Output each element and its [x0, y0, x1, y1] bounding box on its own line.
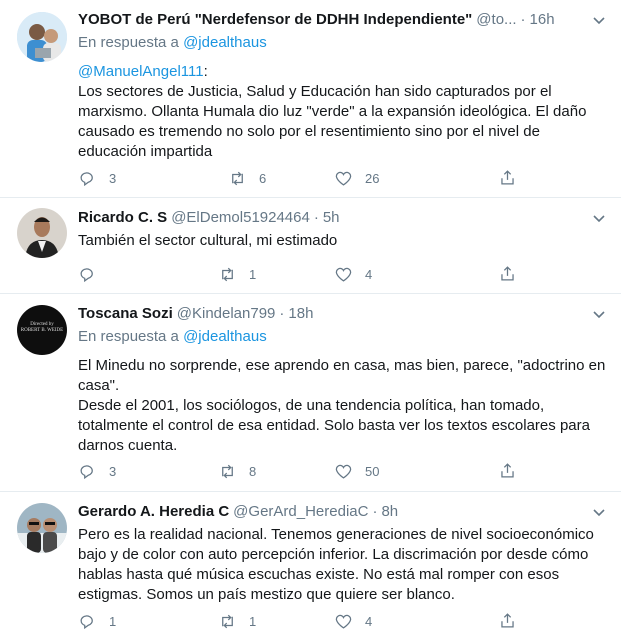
retweet-button[interactable]: 6 — [228, 169, 321, 188]
tweet-header: Gerardo A. Heredia C @GerArd_HerediaC · … — [78, 502, 607, 522]
reply-icon — [80, 614, 93, 629]
mention-link[interactable]: @ManuelAngel111 — [78, 63, 204, 80]
share-icon[interactable] — [498, 611, 517, 630]
reply-button[interactable]: 3 — [78, 462, 171, 481]
reply-context: En respuesta a @jdealthaus — [78, 327, 607, 347]
tweet-text: También el sector cultural, mi estimado — [78, 232, 338, 249]
avatar-photo — [17, 503, 67, 553]
tweet-header: Toscana Sozi @Kindelan799 · 18h — [78, 304, 607, 324]
tweet-text: Pero es la realidad nacional. Tenemos ge… — [78, 526, 599, 603]
tweet-text: @ManuelAngel111: Los sectores de Justici… — [78, 62, 607, 162]
separator-dot: · — [520, 11, 526, 28]
display-name[interactable]: Gerardo A. Heredia C — [78, 502, 229, 522]
reply-count: 3 — [109, 463, 117, 479]
retweet-button[interactable]: 1 — [218, 265, 311, 284]
avatar[interactable]: Directed by ROBERT B. WEIDE — [17, 305, 67, 355]
avatar[interactable] — [17, 503, 67, 553]
timestamp[interactable]: 18h — [288, 304, 313, 324]
heart-icon — [335, 267, 352, 282]
retweet-icon — [222, 464, 233, 478]
retweet-icon — [222, 267, 233, 281]
avatar[interactable] — [17, 12, 67, 62]
like-count: 4 — [365, 266, 373, 282]
tweet[interactable]: Directed by ROBERT B. WEIDE Toscana Sozi… — [0, 294, 621, 492]
chevron-down-icon[interactable] — [591, 504, 607, 520]
avatar-caption: Directed by ROBERT B. WEIDE — [20, 322, 64, 333]
reply-button[interactable]: 3 — [78, 169, 171, 188]
tweet-actions: 3 8 50 — [78, 461, 427, 481]
reply-prefix: En respuesta a — [78, 328, 179, 345]
avatar[interactable] — [17, 208, 67, 258]
timestamp[interactable]: 8h — [381, 502, 398, 522]
like-count: 26 — [365, 170, 380, 186]
reply-button[interactable]: 1 — [78, 612, 171, 631]
reply-icon — [80, 464, 93, 479]
heart-icon — [335, 614, 352, 629]
separator-dot: · — [313, 209, 319, 226]
reply-prefix: En respuesta a — [78, 34, 179, 51]
tweet-text: El Minedu no sorprende, ese aprendo en c… — [78, 357, 606, 454]
retweet-button[interactable]: 8 — [218, 462, 311, 481]
reply-mention-link[interactable]: @jdealthaus — [183, 34, 267, 51]
display-name[interactable]: Toscana Sozi — [78, 304, 173, 324]
tweet[interactable]: YOBOT de Perú "Nerdefensor de DDHH Indep… — [0, 0, 621, 198]
retweet-icon — [232, 171, 243, 185]
like-button[interactable]: 50 — [334, 462, 427, 481]
user-handle[interactable]: @Kindelan799 — [177, 304, 276, 324]
share-icon[interactable] — [498, 461, 517, 480]
tweet-actions: 1 4 — [78, 264, 427, 284]
reply-button[interactable] — [78, 265, 171, 284]
reply-count: 3 — [109, 170, 117, 186]
share-icon[interactable] — [498, 264, 517, 283]
retweet-count: 6 — [259, 170, 267, 186]
chevron-down-icon[interactable] — [591, 210, 607, 226]
user-handle[interactable]: @ElDemol51924464 — [171, 208, 310, 228]
retweet-count: 8 — [249, 463, 257, 479]
display-name[interactable]: YOBOT de Perú "Nerdefensor de DDHH Indep… — [78, 10, 472, 30]
chevron-down-icon[interactable] — [591, 12, 607, 28]
separator-dot: · — [279, 305, 285, 322]
user-handle[interactable]: @GerArd_HerediaC — [233, 502, 368, 522]
chevron-down-icon[interactable] — [591, 306, 607, 322]
user-handle[interactable]: @to... — [476, 10, 516, 30]
reply-icon — [80, 267, 93, 282]
heart-icon — [335, 171, 352, 186]
share-icon[interactable] — [498, 168, 517, 187]
tweet[interactable]: Ricardo C. S @ElDemol51924464 · 5h Tambi… — [0, 198, 621, 294]
like-button[interactable]: 26 — [334, 169, 427, 188]
like-count: 50 — [365, 463, 380, 479]
retweet-button[interactable]: 1 — [218, 612, 311, 631]
avatar-photo — [17, 12, 67, 62]
like-count: 4 — [365, 613, 373, 629]
retweet-count: 1 — [249, 266, 257, 282]
tweet-actions: 3 6 26 — [78, 168, 427, 188]
tweet-header: Ricardo C. S @ElDemol51924464 · 5h — [78, 208, 607, 228]
avatar-photo — [17, 208, 67, 258]
timestamp[interactable]: 16h — [530, 10, 555, 30]
retweet-icon — [222, 614, 233, 628]
heart-icon — [335, 464, 352, 479]
separator-dot: · — [372, 503, 378, 520]
reply-icon — [80, 171, 93, 186]
tweet[interactable]: Gerardo A. Heredia C @GerArd_HerediaC · … — [0, 492, 621, 640]
tweet-header: YOBOT de Perú "Nerdefensor de DDHH Indep… — [78, 10, 607, 30]
retweet-count: 1 — [249, 613, 257, 629]
like-button[interactable]: 4 — [334, 265, 427, 284]
like-button[interactable]: 4 — [334, 612, 427, 631]
reply-context: En respuesta a @jdealthaus — [78, 33, 607, 53]
display-name[interactable]: Ricardo C. S — [78, 208, 167, 228]
reply-count: 1 — [109, 613, 117, 629]
timestamp[interactable]: 5h — [323, 208, 340, 228]
reply-mention-link[interactable]: @jdealthaus — [183, 328, 267, 345]
tweet-actions: 1 1 4 — [78, 611, 427, 631]
